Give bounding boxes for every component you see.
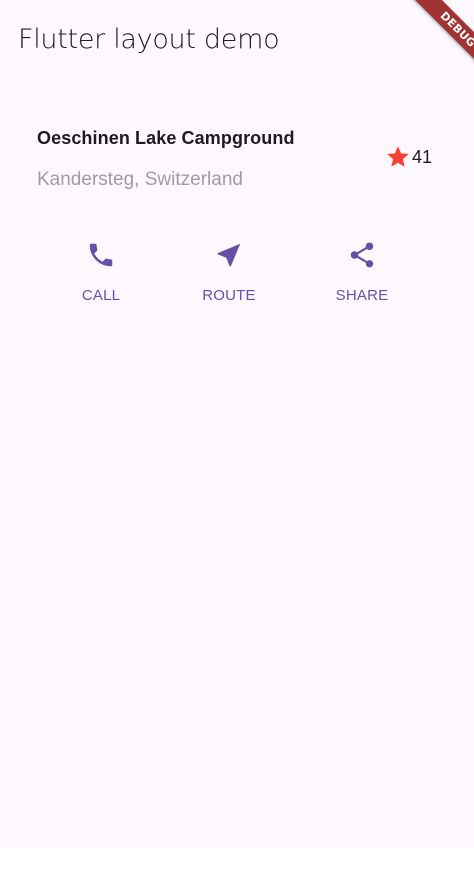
navigation-icon xyxy=(217,243,241,267)
call-button[interactable]: CALL xyxy=(51,240,151,315)
rating: 41 xyxy=(385,144,432,170)
call-label: CALL xyxy=(81,287,121,304)
title-section: Oeschinen Lake Campground Kandersteg, Sw… xyxy=(37,122,437,202)
app-screen: Flutter layout demo Oeschinen Lake Campg… xyxy=(0,0,474,848)
button-section: CALL ROUTE SHARE xyxy=(0,240,474,320)
debug-banner: DEBUG xyxy=(394,0,474,80)
share-button[interactable]: SHARE xyxy=(312,240,412,315)
place-location: Kandersteg, Switzerland xyxy=(37,169,243,190)
place-name: Oeschinen Lake Campground xyxy=(37,128,295,148)
route-label: ROUTE xyxy=(202,287,256,304)
debug-banner-label: DEBUG xyxy=(408,0,474,79)
share-icon xyxy=(350,242,374,268)
rating-count: 41 xyxy=(412,146,433,167)
phone-icon xyxy=(89,243,113,267)
app-bar-title: Flutter layout demo xyxy=(18,24,280,55)
star-icon xyxy=(387,146,409,167)
route-button[interactable]: ROUTE xyxy=(179,240,279,315)
share-label: SHARE xyxy=(335,287,389,304)
